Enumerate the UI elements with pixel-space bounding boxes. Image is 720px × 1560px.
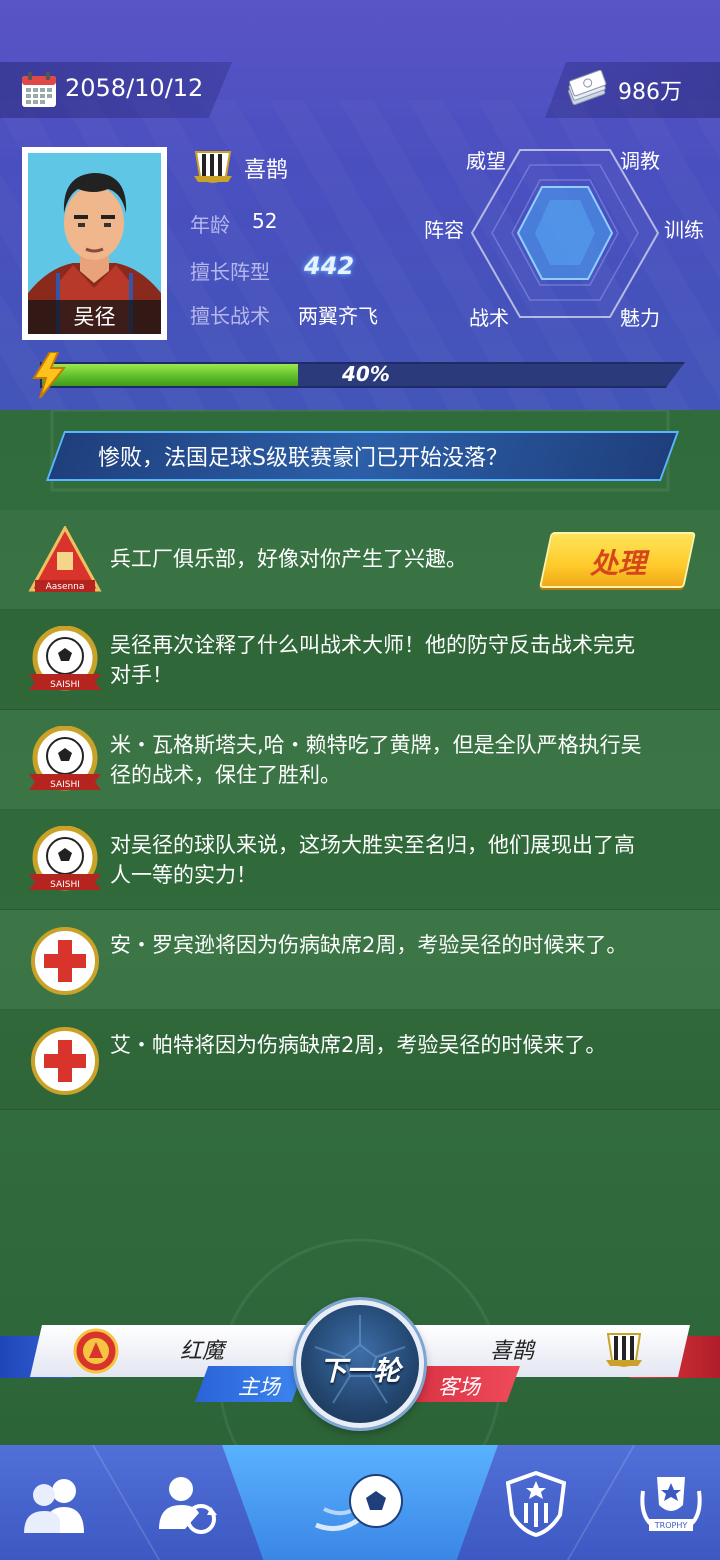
radar-label-charm: 魅力 — [620, 306, 660, 330]
radar-label-lineup: 阵容 — [424, 218, 464, 242]
home-label: 主场 — [238, 1375, 280, 1399]
tactic-value: 两翼齐飞 — [298, 304, 378, 328]
next-round-button[interactable]: 下一轮 — [296, 1300, 424, 1428]
money-amount: 986万 — [618, 80, 682, 105]
saishi-ball-icon: SAISHI — [29, 626, 101, 691]
age-label: 年龄 — [190, 213, 230, 237]
news-text: 艾・帕特将因为伤病缺席2周，考验吴径的时候来了。 — [110, 1033, 607, 1057]
news-text: 米・瓦格斯塔夫,哈・赖特吃了黄牌，但是全队严格执行吴径的战术，保住了胜利。 — [110, 733, 642, 787]
arsenal-crest-icon: Aasenna — [28, 526, 102, 592]
nav-trophy[interactable]: TROPHY — [605, 1445, 720, 1560]
nav-match[interactable] — [300, 1445, 420, 1560]
svg-text:SAISHI: SAISHI — [50, 680, 80, 690]
radar-label-tactics: 战术 — [469, 306, 509, 330]
next-round-label: 下一轮 — [319, 1356, 401, 1387]
news-list: Aasenna 兵工厂俱乐部，好像对你产生了兴趣。 SAISHI 吴径再次诠释了… — [0, 510, 720, 1110]
manager-name: 吴径 — [28, 300, 161, 334]
calendar-icon — [22, 72, 56, 107]
news-text: 吴径再次诠释了什么叫战术大师！他的防守反击战术完克对手！ — [110, 633, 635, 687]
bottom-nav: TROPHY — [0, 1445, 720, 1560]
manager-avatar[interactable]: 吴径 — [22, 147, 167, 340]
formation-value: 442 — [304, 252, 355, 280]
news-item[interactable]: SAISHI 米・瓦格斯塔夫,哈・赖特吃了黄牌，但是全队严格执行吴径的战术，保住… — [0, 710, 720, 810]
news-item[interactable]: SAISHI 对吴径的球队来说，这场大胜实至名归，他们展现出了高人一等的实力！ — [0, 810, 720, 910]
trophy-icon: TROPHY — [640, 1477, 702, 1531]
saishi-ball-icon: SAISHI — [29, 726, 101, 791]
radar-label-training-adjust: 调教 — [620, 149, 660, 173]
game-date: 2058/10/12 — [65, 74, 204, 102]
nav-team[interactable] — [0, 1445, 120, 1560]
news-text: 对吴径的球队来说，这场大胜实至名归，他们展现出了高人一等的实力！ — [110, 833, 635, 887]
svg-text:TROPHY: TROPHY — [654, 1521, 688, 1530]
money-icon — [568, 70, 607, 106]
manager-header: 2058/10/12 986万 吴径 喜鹊 年龄 52 擅长阵型 442 擅长战… — [0, 0, 720, 410]
magpies-crest-icon — [194, 151, 232, 183]
news-text: 安・罗宾逊将因为伤病缺席2周，考验吴径的时候来了。 — [110, 933, 628, 957]
news-item[interactable]: SAISHI 吴径再次诠释了什么叫战术大师！他的防守反击战术完克对手！ — [0, 610, 720, 710]
saishi-ball-icon: SAISHI — [29, 826, 101, 891]
club-name: 喜鹊 — [244, 158, 289, 183]
tactic-label: 擅长战术 — [190, 304, 270, 328]
age-value: 52 — [252, 209, 278, 233]
match-icon — [315, 1474, 403, 1532]
away-team-name: 喜鹊 — [490, 1339, 535, 1364]
next-match-bar: 红魔 主场 喜鹊 客场 下一轮 — [0, 1300, 720, 1430]
svg-text:SAISHI: SAISHI — [50, 780, 80, 790]
team-icon — [24, 1479, 84, 1533]
news-item[interactable]: 艾・帕特将因为伤病缺席2周，考验吴径的时候来了。 — [0, 1010, 720, 1110]
red-devils-crest-icon — [73, 1328, 119, 1374]
energy-fill — [42, 364, 299, 386]
radar-label-training: 训练 — [664, 218, 704, 242]
red-cross-icon — [31, 927, 99, 995]
home-team-name: 红魔 — [180, 1339, 225, 1364]
magpies-crest-icon — [606, 1333, 642, 1367]
handle-button-label: 处理 — [590, 547, 647, 580]
energy-percent: 40% — [342, 362, 390, 386]
headline-text: 惨败，法国足球S级联赛豪门已开始没落？ — [98, 446, 508, 471]
red-cross-icon — [31, 1027, 99, 1095]
formation-label: 擅长阵型 — [190, 260, 270, 284]
nav-transfer[interactable] — [125, 1445, 245, 1560]
league-icon — [506, 1471, 566, 1537]
radar-label-prestige: 威望 — [466, 149, 506, 173]
news-item[interactable]: 安・罗宾逊将因为伤病缺席2周，考验吴径的时候来了。 — [0, 910, 720, 1010]
nav-league[interactable] — [480, 1445, 600, 1560]
svg-text:SAISHI: SAISHI — [50, 880, 80, 890]
lightning-bolt-icon — [32, 352, 67, 398]
away-label: 客场 — [438, 1375, 480, 1399]
svg-text:Aasenna: Aasenna — [46, 582, 85, 592]
transfer-icon — [159, 1477, 217, 1534]
